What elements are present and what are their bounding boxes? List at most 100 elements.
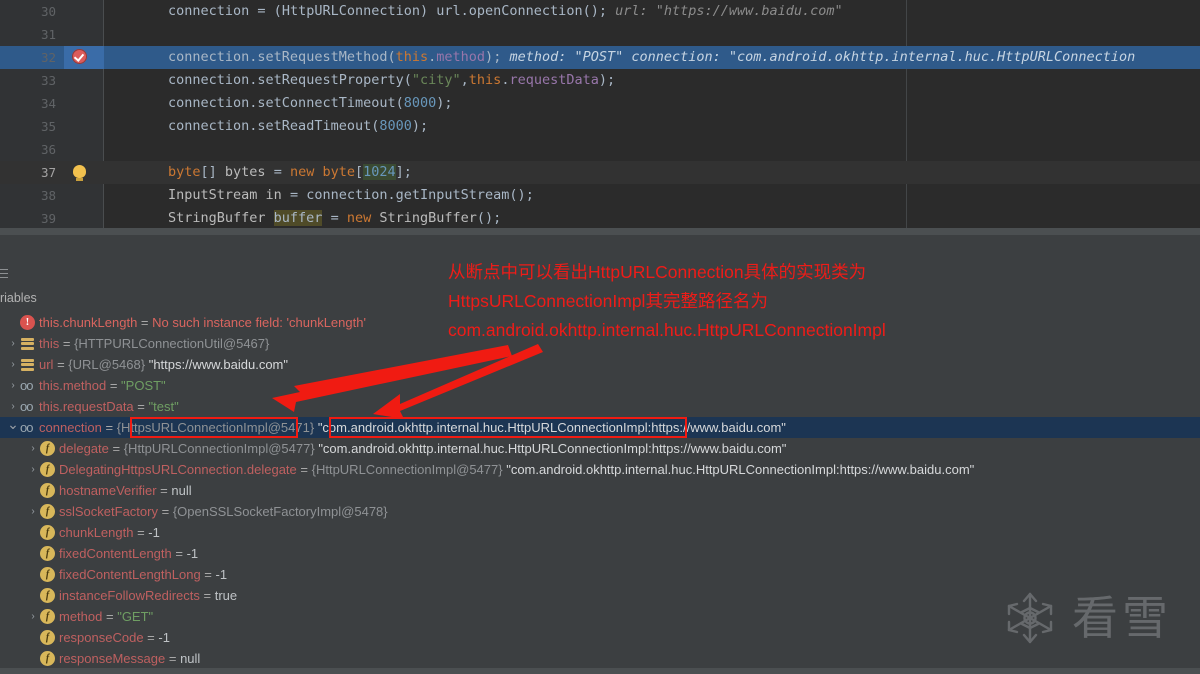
annotation-line-2: HttpsURLConnectionImpl其完整路径名为: [448, 287, 886, 316]
line-number[interactable]: 39: [0, 207, 64, 228]
code-text[interactable]: InputStream in = connection.getInputStre…: [168, 184, 534, 207]
chevron-right-icon[interactable]: ›: [26, 606, 40, 627]
field-icon: f: [40, 651, 55, 666]
variable-name: sslSocketFactory: [59, 504, 162, 519]
variable-row[interactable]: fchunkLength = -1: [0, 522, 1200, 543]
code-token: url: [436, 3, 460, 19]
equals-sign: =: [106, 420, 117, 435]
code-token: ;: [599, 3, 607, 19]
variable-row[interactable]: ›oothis.requestData = "test": [0, 396, 1200, 417]
chevron-right-icon[interactable]: ›: [6, 354, 20, 375]
bulb-glyph: [73, 165, 86, 178]
chevron-right-icon[interactable]: ›: [26, 501, 40, 522]
chevron-right-icon[interactable]: ›: [6, 375, 20, 396]
field-icon: f: [40, 441, 55, 456]
equals-sign: =: [137, 399, 148, 414]
variable-row[interactable]: ›fdelegate = {HttpURLConnectionImpl@5477…: [0, 438, 1200, 459]
line-number[interactable]: 37: [0, 161, 64, 184]
code-line[interactable]: 33 connection.setRequestProperty("city",t…: [0, 69, 1200, 92]
code-token: buffer: [274, 210, 323, 226]
equals-sign: =: [106, 609, 117, 624]
line-number[interactable]: 36: [0, 138, 64, 161]
code-line[interactable]: 32 connection.setRequestMethod(this.metho…: [0, 46, 1200, 69]
code-token: this: [396, 49, 429, 65]
code-line[interactable]: 35 connection.setReadTimeout(8000);: [0, 115, 1200, 138]
chevron-right-icon[interactable]: ›: [26, 459, 40, 480]
variable-row[interactable]: ›oothis.method = "POST": [0, 375, 1200, 396]
equals-sign: =: [141, 315, 152, 330]
code-line[interactable]: 38 InputStream in = connection.getInputSt…: [0, 184, 1200, 207]
variable-name: chunkLength: [59, 525, 137, 540]
code-line[interactable]: 37 byte[] bytes = new byte[1024];: [0, 161, 1200, 184]
panel-divider[interactable]: [0, 228, 1200, 235]
code-text[interactable]: connection.setRequestProperty("city",thi…: [168, 69, 615, 92]
code-token: ;: [607, 72, 615, 88]
chevron-down-icon[interactable]: ⌄: [6, 414, 20, 435]
variable-name: this.requestData: [39, 399, 137, 414]
code-token: ): [485, 49, 493, 65]
code-text[interactable]: connection.setConnectTimeout(8000);: [168, 92, 453, 115]
variable-reference: {HTTPURLConnectionUtil@5467}: [74, 336, 269, 351]
code-token: HttpURLConnection: [282, 3, 420, 19]
line-number[interactable]: 38: [0, 184, 64, 207]
line-number[interactable]: 32: [0, 46, 64, 69]
code-token: (): [509, 187, 525, 203]
variable-row[interactable]: ⌄ooconnection = {HttpsURLConnectionImpl@…: [0, 417, 1200, 438]
code-text[interactable]: StringBuffer buffer = new StringBuffer()…: [168, 207, 501, 228]
variable-row[interactable]: ›fsslSocketFactory = {OpenSSLSocketFacto…: [0, 501, 1200, 522]
code-line[interactable]: 31: [0, 23, 1200, 46]
code-token: (: [387, 49, 395, 65]
code-text[interactable]: connection = (HttpURLConnection) url.ope…: [168, 0, 843, 23]
annotation-line-3: com.android.okhttp.internal.huc.HttpURLC…: [448, 316, 886, 345]
snowflake-icon: [1000, 588, 1060, 648]
equals-sign: =: [147, 630, 158, 645]
code-token: 8000: [379, 118, 412, 134]
code-line[interactable]: 34 connection.setConnectTimeout(8000);: [0, 92, 1200, 115]
code-token: requestData: [509, 72, 598, 88]
variable-row[interactable]: fhostnameVerifier = null: [0, 480, 1200, 501]
variable-name: responseMessage: [59, 651, 169, 666]
line-number[interactable]: 31: [0, 23, 64, 46]
annotation-line-1: 从断点中可以看出HttpURLConnection具体的实现类为: [448, 258, 886, 287]
code-token: new: [347, 210, 380, 226]
code-token: InputStream: [168, 187, 266, 203]
field-icon: f: [40, 504, 55, 519]
variable-row[interactable]: ›fDelegatingHttpsURLConnection.delegate …: [0, 459, 1200, 480]
code-line[interactable]: 39 StringBuffer buffer = new StringBuffer…: [0, 207, 1200, 228]
variable-name: this.method: [39, 378, 110, 393]
line-number[interactable]: 33: [0, 69, 64, 92]
variable-row[interactable]: ffixedContentLengthLong = -1: [0, 564, 1200, 585]
code-token: connection: [168, 3, 257, 19]
equals-sign: =: [204, 588, 215, 603]
code-lines[interactable]: 30 connection = (HttpURLConnection) url.o…: [0, 0, 1200, 228]
menu-icon[interactable]: [0, 269, 8, 278]
variable-reference: {HttpURLConnectionImpl@5477}: [312, 462, 507, 477]
code-text[interactable]: connection.setReadTimeout(8000);: [168, 115, 428, 138]
chevron-right-icon[interactable]: ›: [26, 438, 40, 459]
line-number[interactable]: 30: [0, 0, 64, 23]
line-number[interactable]: 35: [0, 115, 64, 138]
code-token: 8000: [404, 95, 437, 111]
line-number[interactable]: 34: [0, 92, 64, 115]
breakpoint-icon[interactable]: [72, 49, 89, 66]
equals-sign: =: [169, 651, 180, 666]
code-token: ): [420, 3, 436, 19]
variable-row[interactable]: fresponseMessage = null: [0, 648, 1200, 669]
variable-row[interactable]: ffixedContentLength = -1: [0, 543, 1200, 564]
code-token: (: [274, 3, 282, 19]
code-token: .: [387, 187, 395, 203]
variable-value: "GET": [117, 609, 153, 624]
variable-value: "https://www.baidu.com": [149, 357, 288, 372]
intention-bulb-icon[interactable]: [72, 164, 89, 181]
chevron-right-icon[interactable]: ›: [6, 333, 20, 354]
variables-panel-title: ariables: [0, 291, 37, 305]
field-icon: f: [40, 609, 55, 624]
code-line[interactable]: 30 connection = (HttpURLConnection) url.o…: [0, 0, 1200, 23]
code-line[interactable]: 36: [0, 138, 1200, 161]
code-token: 1024: [363, 164, 396, 180]
code-editor[interactable]: 30 connection = (HttpURLConnection) url.o…: [0, 0, 1200, 228]
variable-value: -1: [158, 630, 170, 645]
code-text[interactable]: byte[] bytes = new byte[1024];: [168, 161, 412, 184]
variable-row[interactable]: ›url = {URL@5468} "https://www.baidu.com…: [0, 354, 1200, 375]
code-text[interactable]: connection.setRequestMethod(this.method)…: [168, 46, 1135, 69]
